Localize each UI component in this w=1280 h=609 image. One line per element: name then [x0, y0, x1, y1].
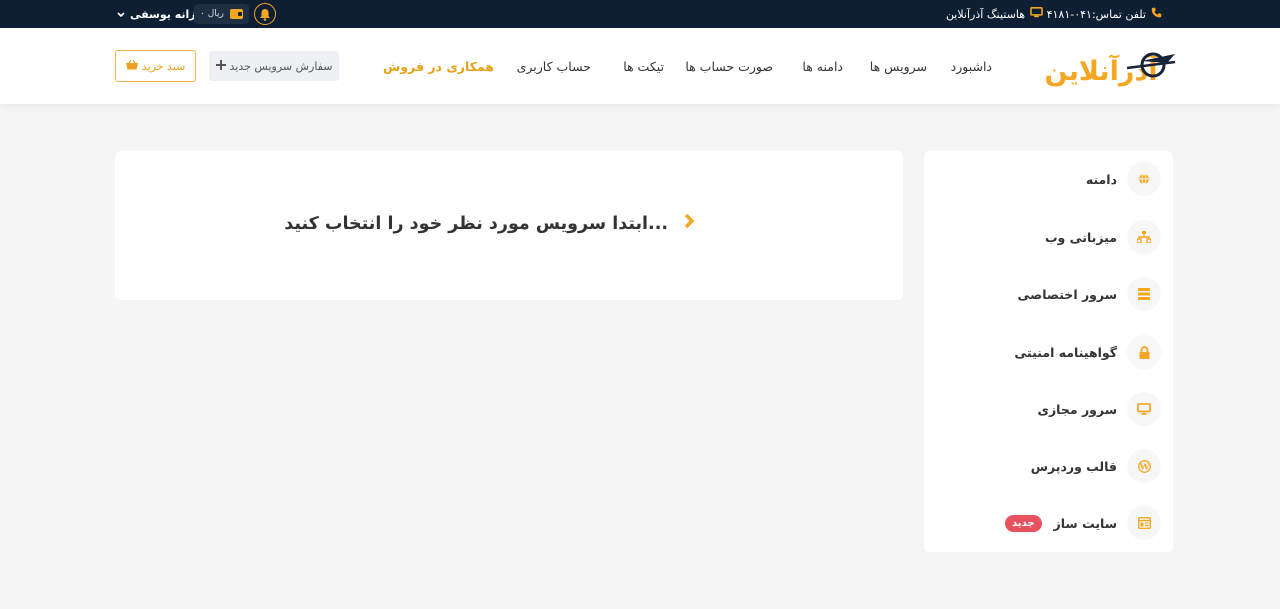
wordpress-icon: W — [1127, 449, 1161, 483]
sidebar-item-dedicated-server[interactable]: سرور اختصاصی — [1017, 277, 1161, 311]
phone-number-label: تلفن تماس:۰۴۱-۴۱۸۱ — [1046, 7, 1146, 21]
main-panel: ابتدا سرویس مورد نظر خود را انتخاب کنید.… — [115, 151, 903, 300]
nav-tickets[interactable]: تیکت ها — [623, 28, 664, 104]
chevron-right-icon — [684, 213, 695, 234]
wallet[interactable]: ۰ ریال — [194, 0, 249, 28]
logo-text: آذرآنلاین — [1045, 54, 1159, 87]
sidebar-item-site-builder[interactable]: سایت ساز جدید — [1005, 506, 1161, 540]
svg-text:W: W — [1138, 462, 1149, 472]
hosting-link[interactable]: هاستینگ آذرآنلاین — [946, 0, 1043, 28]
nav-domains[interactable]: دامنه ها — [802, 28, 843, 104]
server-icon — [1127, 277, 1161, 311]
sidebar-item-label: سرور مجازی — [1037, 401, 1117, 417]
basket-icon — [125, 59, 138, 73]
bell-icon — [254, 3, 276, 25]
order-new-service-label: سفارش سرویس جدید — [229, 59, 333, 73]
sidebar-item-vps[interactable]: سرور مجازی — [1038, 392, 1161, 426]
nav-account[interactable]: حساب کاربری — [517, 28, 591, 104]
brand-logo[interactable]: آذرآنلاین — [1031, 44, 1177, 90]
order-new-service-button[interactable]: سفارش سرویس جدید — [209, 51, 339, 81]
wallet-badge: ۰ ریال — [194, 4, 249, 24]
sidebar-item-wordpress-theme[interactable]: W قالب وردپرس — [1031, 449, 1161, 483]
wallet-balance: ۰ ریال — [200, 9, 224, 19]
sidebar-item-label: سایت ساز — [1053, 515, 1117, 531]
globe-icon — [1127, 162, 1161, 196]
monitor-icon — [1030, 7, 1043, 21]
site-builder-icon — [1127, 506, 1161, 540]
nav-invoices[interactable]: صورت حساب ها — [685, 28, 773, 104]
main-header: آذرآنلاین داشبورد سرویس ها دامنه ها صورت… — [0, 28, 1280, 104]
top-bar: تلفن تماس:۰۴۱-۴۱۸۱ هاستینگ آذرآنلاین فرز… — [0, 0, 1280, 28]
cart-label: سبد خرید — [141, 59, 186, 73]
sitemap-icon — [1127, 220, 1161, 254]
sidebar-item-label: سرور اختصاصی — [1017, 286, 1117, 302]
sidebar-item-label: گواهینامه امنیتی — [1014, 344, 1117, 360]
sidebar-item-web-hosting[interactable]: میزبانی وب — [1045, 220, 1161, 254]
wallet-icon — [229, 9, 243, 19]
sidebar-item-ssl-certificate[interactable]: گواهینامه امنیتی — [1014, 335, 1161, 369]
monitor-icon — [1127, 392, 1161, 426]
nav-dashboard[interactable]: داشبورد — [951, 28, 992, 104]
nav-affiliate[interactable]: همکاری در فروش — [383, 28, 494, 104]
contact-phone[interactable]: تلفن تماس:۰۴۱-۴۱۸۱ — [1047, 0, 1162, 28]
chevron-down-icon — [117, 8, 125, 21]
sidebar-item-label: قالب وردپرس — [1030, 458, 1117, 474]
plus-icon — [215, 59, 226, 73]
phone-icon — [1151, 7, 1162, 21]
new-badge: جدید — [1005, 514, 1042, 532]
cart-button[interactable]: سبد خرید — [115, 50, 196, 82]
select-service-message: ابتدا سرویس مورد نظر خود را انتخاب کنید.… — [284, 213, 695, 234]
lock-icon — [1127, 335, 1161, 369]
message-text: ابتدا سرویس مورد نظر خود را انتخاب کنید.… — [284, 213, 668, 234]
sidebar-item-label: دامنه — [1085, 171, 1117, 187]
sidebar-item-domain[interactable]: دامنه — [1086, 162, 1161, 196]
nav-services[interactable]: سرویس ها — [870, 28, 927, 104]
sidebar-item-label: میزبانی وب — [1044, 229, 1117, 245]
notifications-button[interactable] — [254, 0, 276, 28]
hosting-label: هاستینگ آذرآنلاین — [945, 7, 1025, 21]
service-categories: دامنه میزبانی وب سرور اختصاصی گواهینامه … — [924, 151, 1173, 552]
